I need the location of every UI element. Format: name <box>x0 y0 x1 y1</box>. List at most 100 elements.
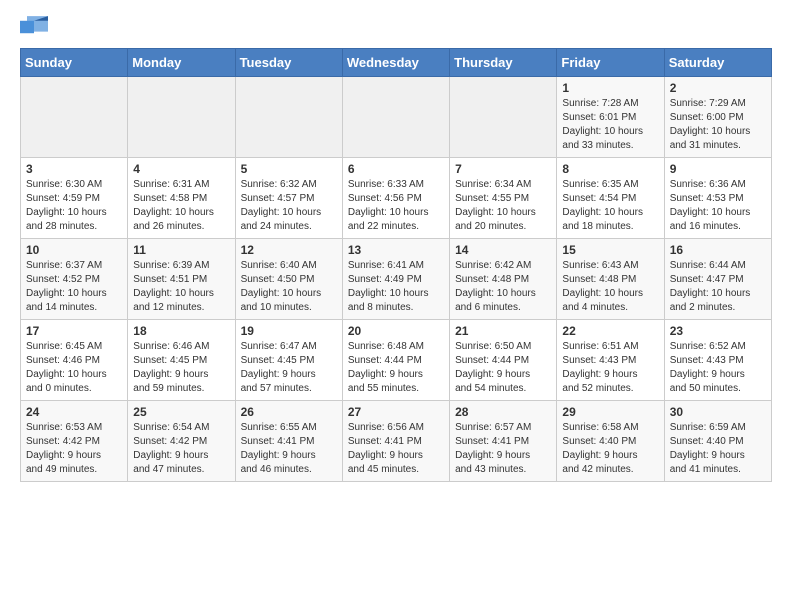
weekday-header-sunday: Sunday <box>21 49 128 77</box>
weekday-header-thursday: Thursday <box>450 49 557 77</box>
day-info: Sunrise: 6:46 AM Sunset: 4:45 PM Dayligh… <box>133 340 229 396</box>
day-number: 27 <box>348 405 444 419</box>
day-info: Sunrise: 6:35 AM Sunset: 4:54 PM Dayligh… <box>562 178 658 234</box>
day-info: Sunrise: 6:37 AM Sunset: 4:52 PM Dayligh… <box>26 259 122 315</box>
day-info: Sunrise: 6:31 AM Sunset: 4:58 PM Dayligh… <box>133 178 229 234</box>
calendar-day-cell: 28Sunrise: 6:57 AM Sunset: 4:41 PM Dayli… <box>450 401 557 482</box>
calendar-day-cell: 22Sunrise: 6:51 AM Sunset: 4:43 PM Dayli… <box>557 320 664 401</box>
day-number: 2 <box>670 81 766 95</box>
day-info: Sunrise: 6:58 AM Sunset: 4:40 PM Dayligh… <box>562 421 658 477</box>
day-info: Sunrise: 6:40 AM Sunset: 4:50 PM Dayligh… <box>241 259 337 315</box>
weekday-header-saturday: Saturday <box>664 49 771 77</box>
calendar-day-cell: 3 Sunrise: 6:30 AM Sunset: 4:59 PM Daylig… <box>21 158 128 239</box>
calendar-day-cell: 11 Sunrise: 6:39 AM Sunset: 4:51 PM Dayli… <box>128 239 235 320</box>
calendar-day-cell: 29 Sunrise: 6:58 AM Sunset: 4:40 PM Dayli… <box>557 401 664 482</box>
calendar-day-cell: 2Sunrise: 7:29 AM Sunset: 6:00 PM Daylig… <box>664 77 771 158</box>
calendar-week-row: 3 Sunrise: 6:30 AM Sunset: 4:59 PM Daylig… <box>21 158 772 239</box>
calendar-day-cell <box>450 77 557 158</box>
weekday-header-wednesday: Wednesday <box>342 49 449 77</box>
day-info: Sunrise: 6:34 AM Sunset: 4:55 PM Dayligh… <box>455 178 551 234</box>
day-number: 19 <box>241 324 337 338</box>
day-number: 25 <box>133 405 229 419</box>
day-info: Sunrise: 6:39 AM Sunset: 4:51 PM Dayligh… <box>133 259 229 315</box>
day-number: 23 <box>670 324 766 338</box>
calendar-day-cell: 19 Sunrise: 6:47 AM Sunset: 4:45 PM Dayli… <box>235 320 342 401</box>
day-info: Sunrise: 6:42 AM Sunset: 4:48 PM Dayligh… <box>455 259 551 315</box>
calendar-day-cell: 21 Sunrise: 6:50 AM Sunset: 4:44 PM Dayli… <box>450 320 557 401</box>
day-number: 11 <box>133 243 229 257</box>
weekday-header-friday: Friday <box>557 49 664 77</box>
day-number: 17 <box>26 324 122 338</box>
day-info: Sunrise: 6:59 AM Sunset: 4:40 PM Dayligh… <box>670 421 766 477</box>
calendar-day-cell: 16 Sunrise: 6:44 AM Sunset: 4:47 PM Dayli… <box>664 239 771 320</box>
day-number: 3 <box>26 162 122 176</box>
day-number: 10 <box>26 243 122 257</box>
day-info: Sunrise: 6:32 AM Sunset: 4:57 PM Dayligh… <box>241 178 337 234</box>
day-number: 29 <box>562 405 658 419</box>
logo-icon <box>20 16 48 38</box>
calendar-table: SundayMondayTuesdayWednesdayThursdayFrid… <box>20 48 772 482</box>
day-number: 1 <box>562 81 658 95</box>
calendar-day-cell: 8 Sunrise: 6:35 AM Sunset: 4:54 PM Daylig… <box>557 158 664 239</box>
calendar-day-cell: 12 Sunrise: 6:40 AM Sunset: 4:50 PM Dayli… <box>235 239 342 320</box>
weekday-header-tuesday: Tuesday <box>235 49 342 77</box>
calendar-day-cell: 18Sunrise: 6:46 AM Sunset: 4:45 PM Dayli… <box>128 320 235 401</box>
calendar-week-row: 17 Sunrise: 6:45 AM Sunset: 4:46 PM Dayli… <box>21 320 772 401</box>
day-number: 4 <box>133 162 229 176</box>
day-info: Sunrise: 6:56 AM Sunset: 4:41 PM Dayligh… <box>348 421 444 477</box>
weekday-header-monday: Monday <box>128 49 235 77</box>
calendar-day-cell: 30 Sunrise: 6:59 AM Sunset: 4:40 PM Dayli… <box>664 401 771 482</box>
day-info: Sunrise: 7:28 AM Sunset: 6:01 PM Dayligh… <box>562 97 658 153</box>
day-info: Sunrise: 6:33 AM Sunset: 4:56 PM Dayligh… <box>348 178 444 234</box>
day-number: 12 <box>241 243 337 257</box>
calendar-day-cell: 23Sunrise: 6:52 AM Sunset: 4:43 PM Dayli… <box>664 320 771 401</box>
day-number: 16 <box>670 243 766 257</box>
calendar-day-cell <box>235 77 342 158</box>
calendar-day-cell <box>342 77 449 158</box>
calendar-day-cell: 5 Sunrise: 6:32 AM Sunset: 4:57 PM Daylig… <box>235 158 342 239</box>
day-info: Sunrise: 6:45 AM Sunset: 4:46 PM Dayligh… <box>26 340 122 396</box>
calendar-day-cell <box>21 77 128 158</box>
calendar-day-cell: 4 Sunrise: 6:31 AM Sunset: 4:58 PM Daylig… <box>128 158 235 239</box>
day-number: 30 <box>670 405 766 419</box>
day-info: Sunrise: 6:51 AM Sunset: 4:43 PM Dayligh… <box>562 340 658 396</box>
day-info: Sunrise: 6:47 AM Sunset: 4:45 PM Dayligh… <box>241 340 337 396</box>
logo <box>20 16 52 38</box>
day-info: Sunrise: 6:30 AM Sunset: 4:59 PM Dayligh… <box>26 178 122 234</box>
day-number: 20 <box>348 324 444 338</box>
day-number: 9 <box>670 162 766 176</box>
day-number: 24 <box>26 405 122 419</box>
day-info: Sunrise: 6:36 AM Sunset: 4:53 PM Dayligh… <box>670 178 766 234</box>
day-number: 15 <box>562 243 658 257</box>
day-info: Sunrise: 6:44 AM Sunset: 4:47 PM Dayligh… <box>670 259 766 315</box>
calendar-day-cell: 25 Sunrise: 6:54 AM Sunset: 4:42 PM Dayli… <box>128 401 235 482</box>
calendar-day-cell: 9 Sunrise: 6:36 AM Sunset: 4:53 PM Daylig… <box>664 158 771 239</box>
day-number: 6 <box>348 162 444 176</box>
day-number: 8 <box>562 162 658 176</box>
day-number: 7 <box>455 162 551 176</box>
day-info: Sunrise: 6:50 AM Sunset: 4:44 PM Dayligh… <box>455 340 551 396</box>
day-info: Sunrise: 6:54 AM Sunset: 4:42 PM Dayligh… <box>133 421 229 477</box>
calendar-day-cell: 17 Sunrise: 6:45 AM Sunset: 4:46 PM Dayli… <box>21 320 128 401</box>
calendar-week-row: 10 Sunrise: 6:37 AM Sunset: 4:52 PM Dayli… <box>21 239 772 320</box>
day-number: 14 <box>455 243 551 257</box>
calendar-day-cell: 13 Sunrise: 6:41 AM Sunset: 4:49 PM Dayli… <box>342 239 449 320</box>
day-info: Sunrise: 6:41 AM Sunset: 4:49 PM Dayligh… <box>348 259 444 315</box>
calendar-day-cell: 10 Sunrise: 6:37 AM Sunset: 4:52 PM Dayli… <box>21 239 128 320</box>
day-info: Sunrise: 6:57 AM Sunset: 4:41 PM Dayligh… <box>455 421 551 477</box>
day-number: 13 <box>348 243 444 257</box>
calendar-day-cell: 6 Sunrise: 6:33 AM Sunset: 4:56 PM Daylig… <box>342 158 449 239</box>
calendar-week-row: 24Sunrise: 6:53 AM Sunset: 4:42 PM Dayli… <box>21 401 772 482</box>
calendar-day-cell: 26Sunrise: 6:55 AM Sunset: 4:41 PM Dayli… <box>235 401 342 482</box>
calendar-header-row: SundayMondayTuesdayWednesdayThursdayFrid… <box>21 49 772 77</box>
page-header <box>20 16 772 38</box>
day-info: Sunrise: 6:43 AM Sunset: 4:48 PM Dayligh… <box>562 259 658 315</box>
day-number: 5 <box>241 162 337 176</box>
calendar-day-cell: 27 Sunrise: 6:56 AM Sunset: 4:41 PM Dayli… <box>342 401 449 482</box>
calendar-body: 1 Sunrise: 7:28 AM Sunset: 6:01 PM Daylig… <box>21 77 772 482</box>
calendar-day-cell <box>128 77 235 158</box>
calendar-day-cell: 20Sunrise: 6:48 AM Sunset: 4:44 PM Dayli… <box>342 320 449 401</box>
day-number: 26 <box>241 405 337 419</box>
calendar-day-cell: 7 Sunrise: 6:34 AM Sunset: 4:55 PM Daylig… <box>450 158 557 239</box>
day-number: 21 <box>455 324 551 338</box>
